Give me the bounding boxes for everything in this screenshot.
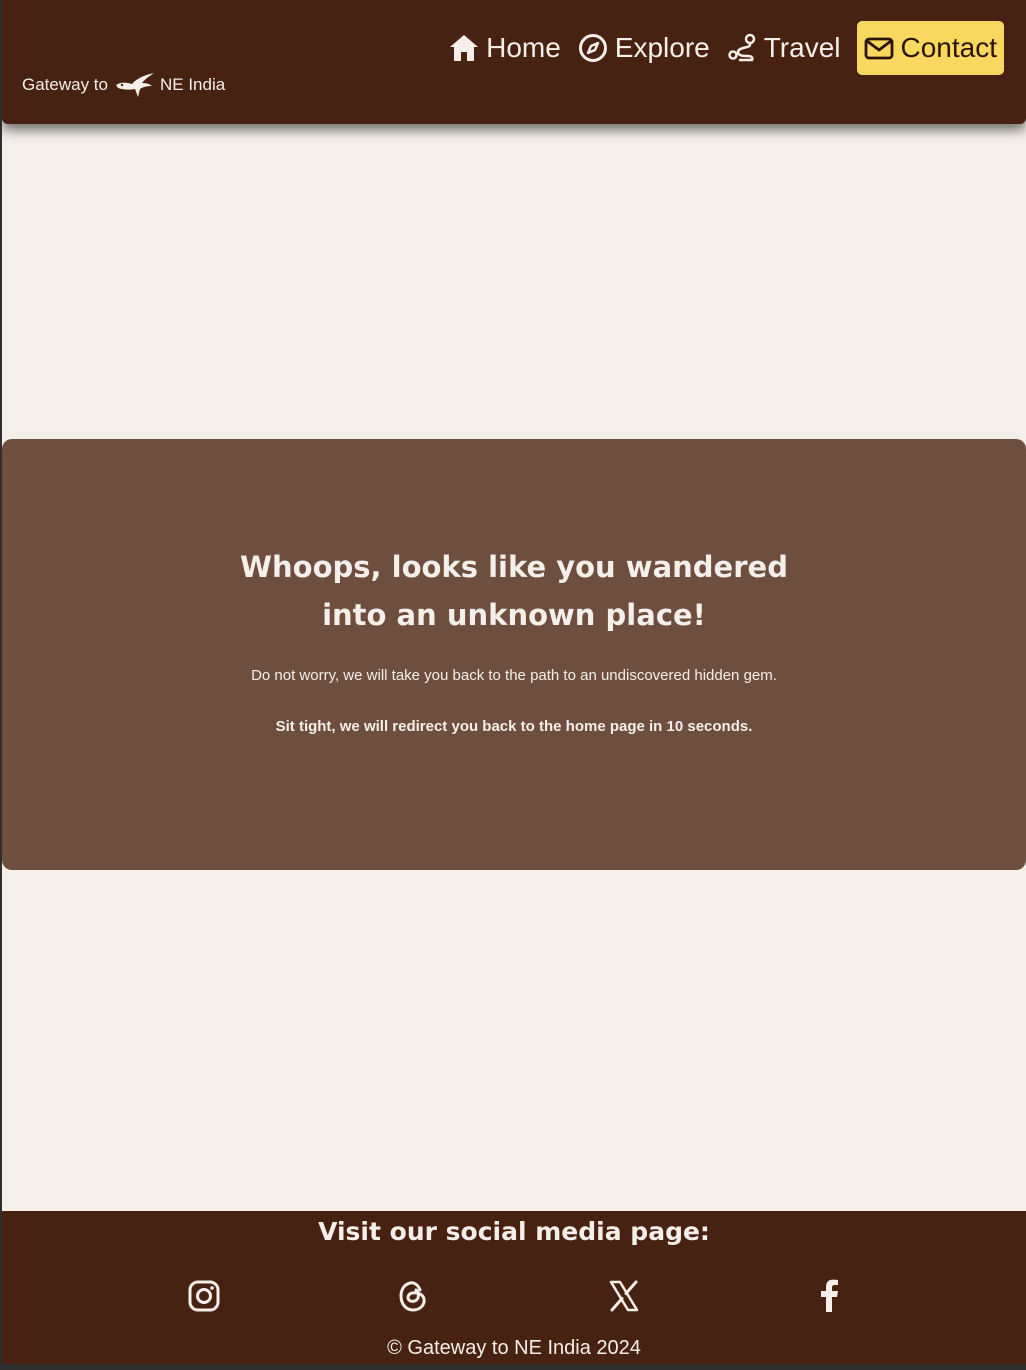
social-links bbox=[2, 1278, 1026, 1318]
hornbill-bird-icon bbox=[116, 73, 154, 97]
instagram-link[interactable] bbox=[184, 1278, 224, 1318]
nav-travel-label: Travel bbox=[763, 32, 841, 63]
threads-icon bbox=[399, 1281, 426, 1312]
facebook-icon bbox=[821, 1279, 838, 1312]
nav-travel[interactable]: Travel bbox=[726, 21, 841, 75]
site-footer: Visit our social media page: © Gateway t… bbox=[2, 1211, 1026, 1364]
not-found-title: Whoops, looks like you wandered into an … bbox=[240, 550, 788, 632]
nav-explore[interactable]: Explore bbox=[577, 21, 710, 75]
logo-suffix: NE India bbox=[160, 75, 226, 94]
nav-contact[interactable]: Contact bbox=[856, 21, 1004, 75]
route-icon bbox=[727, 33, 755, 62]
nav-explore-label: Explore bbox=[614, 32, 710, 63]
redirect-note: Sit tight, we will redirect you back to … bbox=[275, 718, 753, 735]
instagram-icon bbox=[188, 1280, 220, 1312]
nav-home-label: Home bbox=[486, 32, 561, 63]
compass-icon bbox=[578, 34, 607, 62]
not-found-message: Do not worry, we will take you back to t… bbox=[251, 667, 777, 684]
threads-link[interactable] bbox=[393, 1278, 433, 1318]
home-icon bbox=[450, 35, 479, 61]
envelope-icon bbox=[864, 37, 893, 60]
nav-home[interactable]: Home bbox=[448, 21, 561, 75]
nav-contact-label: Contact bbox=[900, 32, 998, 63]
site-logo[interactable]: Gateway to NE India bbox=[22, 70, 225, 100]
page: Gateway to NE India Home Explore Travel … bbox=[2, 0, 1026, 1364]
facebook-link[interactable] bbox=[810, 1278, 850, 1318]
main-nav: Home Explore Travel Contact bbox=[432, 21, 1004, 75]
not-found-card: Whoops, looks like you wandered into an … bbox=[2, 439, 1026, 870]
x-link[interactable] bbox=[604, 1278, 644, 1318]
logo-prefix: Gateway to bbox=[22, 75, 108, 94]
social-heading: Visit our social media page: bbox=[318, 1217, 710, 1246]
copyright-text: © Gateway to NE India 2024 bbox=[387, 1337, 641, 1359]
x-icon bbox=[609, 1280, 639, 1312]
site-header: Gateway to NE India Home Explore Travel … bbox=[2, 0, 1026, 124]
